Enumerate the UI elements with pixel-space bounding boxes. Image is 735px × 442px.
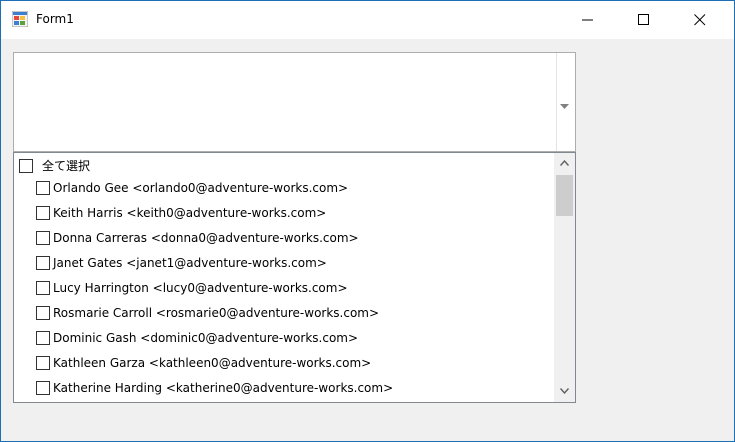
item-checkbox[interactable] — [36, 255, 50, 270]
item-label: Orlando Gee <orlando0@adventure-works.co… — [53, 180, 349, 195]
list-item[interactable]: Orlando Gee <orlando0@adventure-works.co… — [36, 175, 348, 200]
title-bar[interactable]: Form1 — [1, 1, 734, 39]
item-label: Lucy Harrington <lucy0@adventure-works.c… — [53, 280, 348, 295]
item-label: Rosmarie Carroll <rosmarie0@adventure-wo… — [53, 305, 380, 320]
item-checkbox[interactable] — [36, 280, 50, 295]
vertical-scrollbar[interactable] — [554, 153, 575, 402]
item-checkbox[interactable] — [36, 380, 50, 395]
window-title: Form1 — [36, 12, 74, 26]
maximize-button[interactable] — [621, 1, 667, 39]
item-label: Keith Harris <keith0@adventure-works.com… — [53, 205, 327, 220]
list-item[interactable]: Katherine Harding <katherine0@adventure-… — [36, 375, 393, 400]
item-checkbox[interactable] — [36, 205, 50, 220]
scroll-up-button[interactable] — [554, 153, 575, 174]
scroll-down-icon — [560, 388, 569, 394]
close-icon — [694, 14, 706, 26]
scroll-down-button[interactable] — [554, 381, 575, 402]
maximize-icon — [638, 14, 649, 25]
close-button[interactable] — [677, 1, 723, 39]
windows-form-icon[interactable] — [11, 10, 29, 28]
item-label: Dominic Gash <dominic0@adventure-works.c… — [53, 330, 359, 345]
scrollbar-thumb[interactable] — [556, 175, 573, 216]
item-checkbox[interactable] — [36, 180, 50, 195]
list-item[interactable]: Rosmarie Carroll <rosmarie0@adventure-wo… — [36, 300, 379, 325]
item-label: Donna Carreras <donna0@adventure-works.c… — [53, 230, 359, 245]
list-item[interactable]: Keith Harris <keith0@adventure-works.com… — [36, 200, 326, 225]
recipient-combobox[interactable] — [13, 52, 576, 152]
list-item[interactable]: Kathleen Garza <kathleen0@adventure-work… — [36, 350, 371, 375]
item-checkbox[interactable] — [36, 305, 50, 320]
minimize-button[interactable] — [565, 1, 611, 39]
dropdown-arrow-icon[interactable] — [560, 98, 569, 112]
select-all-label: 全て選択 — [42, 159, 91, 173]
item-checkbox[interactable] — [36, 330, 50, 345]
recipient-checked-list[interactable]: 全て選択 Orlando Gee <orlando0@adventure-wor… — [13, 152, 576, 403]
form-window: Form1 全て選択 Orlando Gee <orlando0@adventu… — [0, 0, 735, 442]
list-item[interactable]: Dominic Gash <dominic0@adventure-works.c… — [36, 325, 358, 350]
item-checkbox[interactable] — [36, 230, 50, 245]
combobox-separator — [556, 53, 557, 151]
list-item[interactable]: Lucy Harrington <lucy0@adventure-works.c… — [36, 275, 348, 300]
minimize-icon — [582, 19, 593, 21]
scroll-up-icon — [560, 160, 569, 166]
item-label: Janet Gates <janet1@adventure-works.com> — [53, 255, 327, 270]
list-item[interactable]: Janet Gates <janet1@adventure-works.com> — [36, 250, 327, 275]
list-item[interactable]: Donna Carreras <donna0@adventure-works.c… — [36, 225, 359, 250]
item-label: Kathleen Garza <kathleen0@adventure-work… — [53, 355, 372, 370]
item-checkbox[interactable] — [36, 355, 50, 370]
select-all-checkbox[interactable] — [19, 158, 33, 173]
item-label: Katherine Harding <katherine0@adventure-… — [53, 380, 394, 395]
